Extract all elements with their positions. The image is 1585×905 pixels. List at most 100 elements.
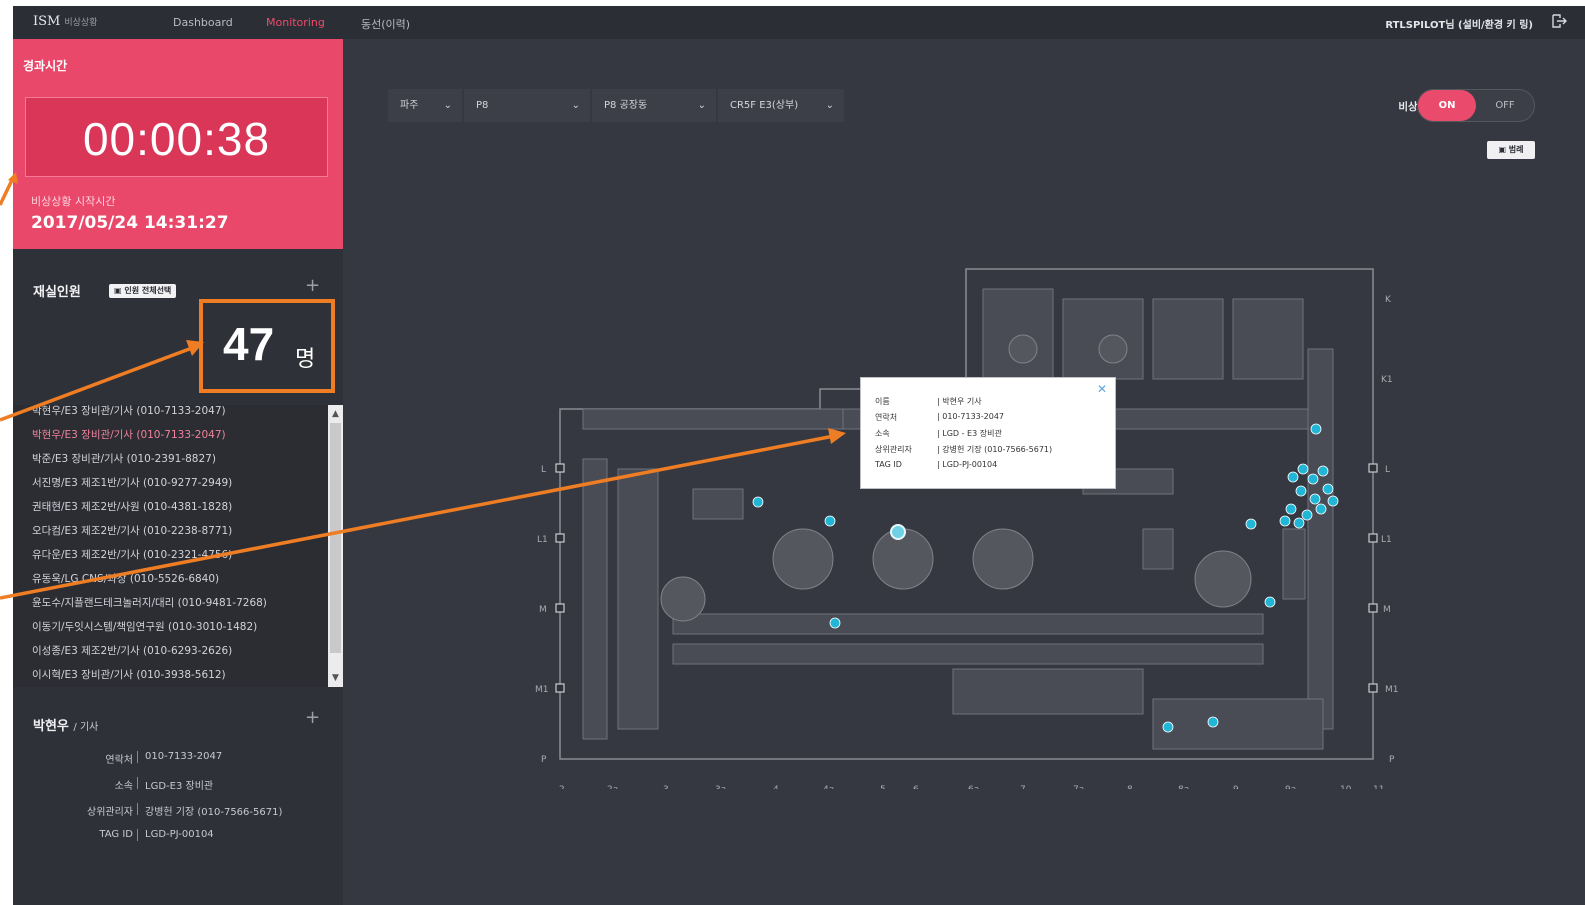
list-item[interactable]: 권태현/E3 제조2반/사원 (010-4381-1828) (32, 499, 232, 514)
emergency-mode-toggle[interactable]: ON OFF (1417, 89, 1535, 122)
person-marker[interactable] (1279, 515, 1291, 527)
expand-occupants-plus-icon[interactable]: + (305, 275, 320, 296)
person-marker[interactable] (829, 617, 841, 629)
toggle-off[interactable]: OFF (1476, 90, 1534, 121)
filter-building-select[interactable]: P8 공장동 ⌄ (592, 89, 716, 122)
list-item[interactable]: 이성종/E3 제조2반/기사 (010-6293-2626) (32, 643, 232, 658)
occupants-panel: 재실인원 ▣ 인원 전체선택 + 47 명 (13, 249, 343, 399)
scroll-down-icon[interactable]: ▼ (328, 671, 343, 685)
tooltip-key: 소속 (875, 429, 890, 438)
person-marker[interactable] (752, 496, 764, 508)
person-marker[interactable] (1293, 517, 1305, 529)
col-label: 9a (1285, 785, 1296, 789)
person-marker[interactable] (1301, 509, 1313, 521)
person-marker[interactable] (1295, 485, 1307, 497)
person-marker[interactable] (1207, 716, 1219, 728)
nav-route-history[interactable]: 동선(이력) (361, 16, 410, 32)
nav-dashboard[interactable]: Dashboard (173, 16, 233, 29)
equipment-block (582, 408, 844, 430)
equipment-block (672, 643, 1264, 665)
legend-label: 범례 (1508, 145, 1524, 154)
equipment-circle (1008, 334, 1038, 364)
tooltip-key: 이름 (875, 397, 890, 406)
list-item[interactable]: 오다컴/E3 제조2반/기사 (010-2238-8771) (32, 523, 232, 538)
person-marker[interactable] (1309, 493, 1321, 505)
equipment-block (617, 468, 659, 730)
list-scrollbar[interactable]: ▲ ▼ (328, 405, 343, 687)
equipment-block (672, 613, 1264, 635)
column-marker (1368, 603, 1378, 613)
column-marker (555, 603, 565, 613)
row-label: L1 (537, 535, 548, 545)
logout-icon[interactable] (1551, 13, 1567, 29)
list-item[interactable]: 서진명/E3 제조1반/기사 (010-9277-2949) (32, 475, 232, 490)
nav-monitoring[interactable]: Monitoring (266, 16, 325, 29)
person-marker[interactable] (824, 515, 836, 527)
person-marker[interactable] (1307, 473, 1319, 485)
person-marker[interactable] (1327, 495, 1339, 507)
detail-key-tag: TAG ID (99, 829, 133, 840)
expand-detail-plus-icon[interactable]: + (305, 707, 320, 728)
occupants-title: 재실인원 (33, 285, 81, 300)
legend-button[interactable]: ▣ 범례 (1487, 141, 1535, 159)
filter-floor-select[interactable]: CR5F E3(상부) ⌄ (718, 89, 844, 122)
list-item[interactable]: 이동기/두잇시스템/책임연구원 (010-3010-1482) (32, 619, 257, 634)
toggle-on[interactable]: ON (1418, 90, 1476, 121)
person-marker[interactable] (1310, 423, 1322, 435)
select-all-occupants-button[interactable]: ▣ 인원 전체선택 (109, 284, 177, 298)
left-sidebar: 경과시간 00:00:38 비상상황 시작시간 2017/05/24 14:31… (13, 39, 343, 905)
person-marker[interactable] (1285, 503, 1297, 515)
tooltip-value: | LGD-PJ-00104 (937, 460, 998, 469)
app-logo[interactable]: ISM 비상상황 (33, 14, 97, 29)
person-marker[interactable] (1245, 518, 1257, 530)
top-navigation-bar: ISM 비상상황 Dashboard Monitoring 동선(이력) RTLS… (13, 6, 1585, 39)
divider (137, 829, 138, 841)
close-icon[interactable]: ✕ (1097, 382, 1107, 396)
list-item[interactable]: 이시혁/E3 장비관/기사 (010-3938-5612) (32, 667, 226, 682)
divider (137, 777, 138, 789)
tooltip-value-text: 010-7133-2047 (942, 412, 1005, 421)
filter-floor-value: CR5F E3(상부) (730, 100, 799, 111)
filter-plant-value: P8 (476, 100, 489, 111)
user-name[interactable]: RTLSPILOT님 (설비/환경 키 링) (1385, 16, 1533, 31)
person-marker[interactable] (1317, 465, 1329, 477)
scroll-up-icon[interactable]: ▲ (328, 407, 343, 421)
person-marker[interactable] (1297, 463, 1309, 475)
person-marker[interactable] (1264, 596, 1276, 608)
elapsed-time-label: 경과시간 (23, 59, 68, 73)
person-marker[interactable] (1315, 503, 1327, 515)
col-label: 11 (1373, 785, 1384, 789)
person-marker[interactable] (1322, 483, 1334, 495)
list-item[interactable]: 유동욱/LG CNS/과장 (010-5526-6840) (32, 571, 219, 586)
equipment-block (582, 458, 608, 740)
col-label: 3a (715, 785, 726, 789)
person-marker-selected[interactable] (890, 524, 906, 540)
occupant-count: 47 (223, 318, 275, 370)
tooltip-key: 연락처 (875, 413, 898, 422)
equipment-block (1232, 298, 1304, 380)
col-label: 7 (1020, 785, 1026, 789)
list-item-selected[interactable]: 박현우/E3 장비관/기사 (010-7133-2047) (32, 427, 226, 442)
occupant-count-highlight: 47 명 (199, 299, 335, 393)
person-marker[interactable] (1162, 721, 1174, 733)
tooltip-value: | 강병헌 기장 (010-7566-5671) (937, 445, 1053, 454)
list-item[interactable]: 박준/E3 장비관/기사 (010-2391-8827) (32, 451, 216, 466)
person-marker[interactable] (1287, 471, 1299, 483)
person-detail-panel: 박현우 / 기사 + 연락처 010-7133-2047 소속 LGD-E3 장… (13, 687, 343, 905)
chevron-down-icon: ⌄ (443, 100, 452, 111)
filter-plant-select[interactable]: P8 ⌄ (464, 89, 590, 122)
row-label: M1 (1385, 685, 1399, 695)
floor-plan-map[interactable]: 2 2a 3 3a 4 4a 5 6 6a 7 7a 8 8a 9 9a 10 … (523, 259, 1403, 789)
list-item[interactable]: 윤도수/지플랜드테크놀러지/대리 (010-9481-7268) (32, 595, 267, 610)
app-frame: ISM 비상상황 Dashboard Monitoring 동선(이력) RTLS… (13, 6, 1585, 905)
list-item[interactable]: 박현우/E3 장비관/기사 (010-7133-2047) (32, 405, 226, 418)
column-marker (555, 533, 565, 543)
elapsed-time-clock: 00:00:38 (82, 113, 271, 165)
list-item[interactable]: 유다운/E3 제조2반/기사 (010-2321-4756) (32, 547, 232, 562)
scrollbar-thumb[interactable] (330, 423, 341, 653)
filter-site-select[interactable]: 파주 ⌄ (388, 89, 462, 122)
equipment-block (1142, 528, 1174, 570)
row-label: P (541, 755, 547, 765)
equipment-block (1152, 698, 1324, 750)
person-tooltip: ✕ 이름 | 박현우 기사 연락처 | 010-7133-2047 소속 | L… (860, 377, 1116, 489)
